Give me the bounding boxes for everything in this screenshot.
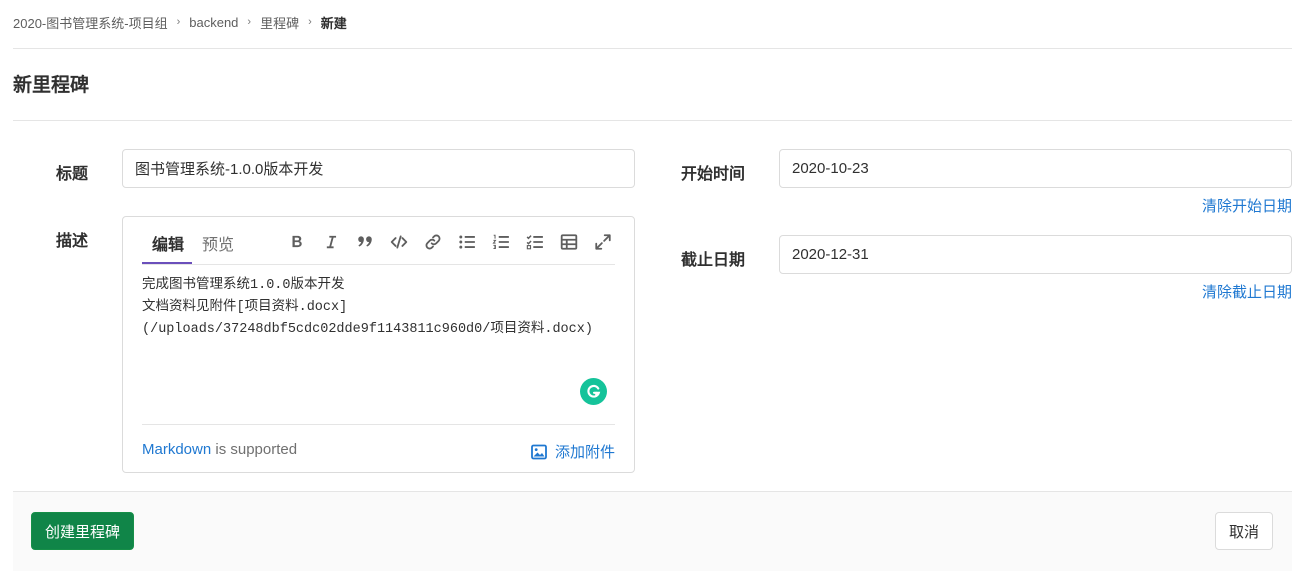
breadcrumb-item-milestones[interactable]: 里程碑 xyxy=(260,13,299,32)
grammarly-icon[interactable] xyxy=(580,378,607,405)
editor-header: 编辑 预览 xyxy=(142,217,615,265)
due-date-label: 截止日期 xyxy=(681,252,746,269)
breadcrumb-item-group[interactable]: 2020-图书管理系统-项目组 xyxy=(13,13,168,32)
bold-icon[interactable] xyxy=(287,232,307,252)
editor-footer: Markdown is supported 添加附件 xyxy=(142,424,615,473)
fullscreen-icon[interactable] xyxy=(593,232,613,252)
form-actions: 创建里程碑 取消 xyxy=(13,491,1292,571)
attach-file-label: 添加附件 xyxy=(554,444,615,461)
italic-icon[interactable] xyxy=(321,232,341,252)
cancel-button[interactable]: 取消 xyxy=(1214,512,1273,550)
code-icon[interactable] xyxy=(389,232,409,252)
create-milestone-button[interactable]: 创建里程碑 xyxy=(31,512,135,550)
page-title: 新里程碑 xyxy=(13,75,90,96)
divider xyxy=(13,120,1292,121)
due-date-input[interactable] xyxy=(779,235,1292,274)
markdown-editor: 编辑 预览 完成图书管理系统1.0.0版本开发 文档资料见附件[项目资料.doc… xyxy=(122,216,635,473)
clear-start-date-link[interactable]: 清除开始日期 xyxy=(1202,195,1292,216)
tab-preview[interactable]: 预览 xyxy=(202,231,234,255)
active-tab-indicator xyxy=(142,262,192,264)
start-date-label: 开始时间 xyxy=(681,166,746,183)
chevron-right-icon: › xyxy=(176,16,181,28)
description-textarea[interactable]: 完成图书管理系统1.0.0版本开发 文档资料见附件[项目资料.docx](/up… xyxy=(142,275,612,425)
numbered-list-icon[interactable] xyxy=(491,232,511,252)
markdown-hint: Markdown is supported xyxy=(142,441,297,458)
markdown-supported-text: is supported xyxy=(211,441,298,458)
title-input[interactable] xyxy=(122,149,635,188)
title-label: 标题 xyxy=(56,166,89,183)
bullet-list-icon[interactable] xyxy=(457,232,477,252)
attach-file-button[interactable]: 添加附件 xyxy=(531,441,615,462)
markdown-link[interactable]: Markdown xyxy=(142,441,211,458)
image-icon xyxy=(531,444,547,459)
chevron-right-icon: › xyxy=(247,16,252,28)
tab-edit[interactable]: 编辑 xyxy=(152,231,184,255)
description-label: 描述 xyxy=(56,233,89,250)
breadcrumb: 2020-图书管理系统-项目组 › backend › 里程碑 › 新建 xyxy=(13,10,347,34)
quote-icon[interactable] xyxy=(355,232,375,252)
link-icon[interactable] xyxy=(423,232,443,252)
clear-due-date-link[interactable]: 清除截止日期 xyxy=(1202,281,1292,302)
breadcrumb-item-project[interactable]: backend xyxy=(189,15,238,30)
start-date-input[interactable] xyxy=(779,149,1292,188)
breadcrumb-item-current: 新建 xyxy=(320,15,347,31)
table-icon[interactable] xyxy=(559,232,579,252)
chevron-right-icon: › xyxy=(308,16,312,28)
task-list-icon[interactable] xyxy=(525,232,545,252)
divider xyxy=(13,48,1292,49)
